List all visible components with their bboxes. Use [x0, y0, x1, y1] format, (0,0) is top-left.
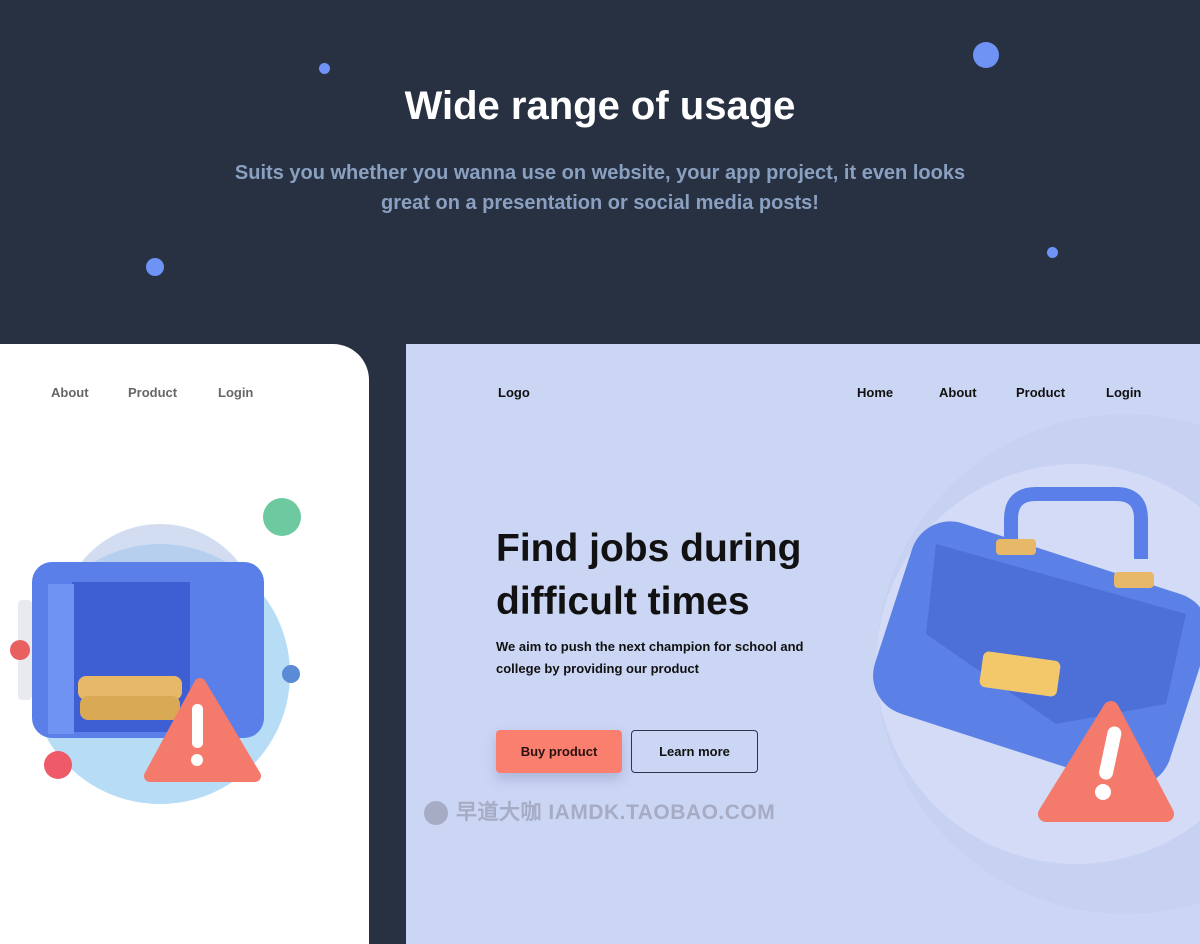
decor-dot — [319, 63, 330, 74]
preview-card-left: e About Product Login — [0, 344, 369, 944]
hero-description: We aim to push the next champion for sch… — [496, 639, 804, 676]
watermark-logo-icon — [424, 801, 448, 826]
decor-dot — [146, 258, 164, 276]
nav-login[interactable]: Login — [1106, 385, 1141, 400]
decor-dot — [973, 42, 999, 68]
decor-dot — [1047, 247, 1058, 258]
logo[interactable]: Logo — [498, 385, 530, 400]
hero-title: Find jobs during difficult times — [496, 527, 802, 623]
safe-illustration — [10, 498, 301, 804]
buy-product-button[interactable]: Buy product — [496, 730, 622, 773]
nav-home[interactable]: Home — [857, 385, 893, 400]
nav-product[interactable]: Product — [1016, 385, 1065, 400]
watermark: 早道大咖 IAMDK.TAOBAO.COM — [424, 796, 775, 826]
nav-about[interactable]: About — [939, 385, 977, 400]
section-title: Wide range of usage — [404, 84, 796, 128]
learn-more-button[interactable]: Learn more — [631, 730, 758, 773]
preview-card-right: Logo Home About Product Login Find jobs … — [406, 344, 1200, 944]
section-subtitle: Suits you whether you wanna use on websi… — [234, 162, 966, 214]
